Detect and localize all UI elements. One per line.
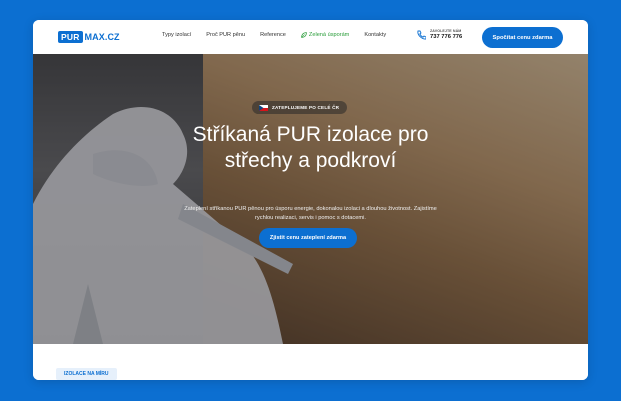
- hero-title-line1: Stříkaná PUR izolace pro: [192, 123, 429, 146]
- nav-proc-pur-penu[interactable]: Proč PUR pěnu: [206, 32, 245, 38]
- site-header: PUR MAX.CZ Typy izolací Proč PUR pěnu Re…: [33, 20, 588, 54]
- calculate-price-button[interactable]: Spočítat cenu zdarma: [482, 27, 563, 48]
- phone-number[interactable]: 737 776 776: [430, 34, 462, 40]
- hero-badge: ZATEPLUJEME PO CELÉ ČR: [252, 101, 348, 114]
- nav-kontakty[interactable]: Kontakty: [364, 32, 386, 38]
- section-chip: IZOLACE NA MÍRU: [56, 368, 117, 380]
- phone-label: ZAVOLEJTE NÁM: [430, 29, 462, 33]
- site-logo[interactable]: PUR MAX.CZ: [58, 31, 120, 43]
- hero-section: ZATEPLUJEME PO CELÉ ČR Stříkaná PUR izol…: [33, 54, 588, 344]
- czech-flag-icon: [259, 104, 268, 111]
- nav-zelena-usporam-label: Zelená úsporám: [308, 32, 350, 38]
- lower-section: IZOLACE NA MÍRU: [33, 344, 588, 380]
- phone-contact[interactable]: ZAVOLEJTE NÁM 737 776 776: [416, 29, 462, 40]
- hero-title: Stříkaná PUR izolace pro střechy a podkr…: [33, 122, 588, 174]
- phone-icon: [417, 30, 426, 39]
- nav-reference[interactable]: Reference: [260, 32, 286, 38]
- page-card: PUR MAX.CZ Typy izolací Proč PUR pěnu Re…: [33, 20, 588, 380]
- hero-lead: Zateplení stříkanou PUR pěnou pro úsporu…: [184, 206, 437, 221]
- nav-zelena-usporam[interactable]: Zelená úsporám: [301, 32, 349, 38]
- logo-pur: PUR: [58, 31, 83, 43]
- hero-badge-text: ZATEPLUJEME PO CELÉ ČR: [272, 105, 340, 110]
- hero-cta-button[interactable]: Zjistit cenu zateplení zdarma: [259, 228, 357, 248]
- hero-title-line2: střechy a podkroví: [224, 149, 397, 172]
- nav-typy-izolaci[interactable]: Typy izolací: [162, 32, 191, 38]
- hero-overlay: [33, 54, 588, 344]
- leaf-icon: [301, 32, 307, 38]
- main-nav: Typy izolací Proč PUR pěnu Reference Zel…: [162, 32, 386, 38]
- logo-max: MAX.CZ: [84, 32, 120, 42]
